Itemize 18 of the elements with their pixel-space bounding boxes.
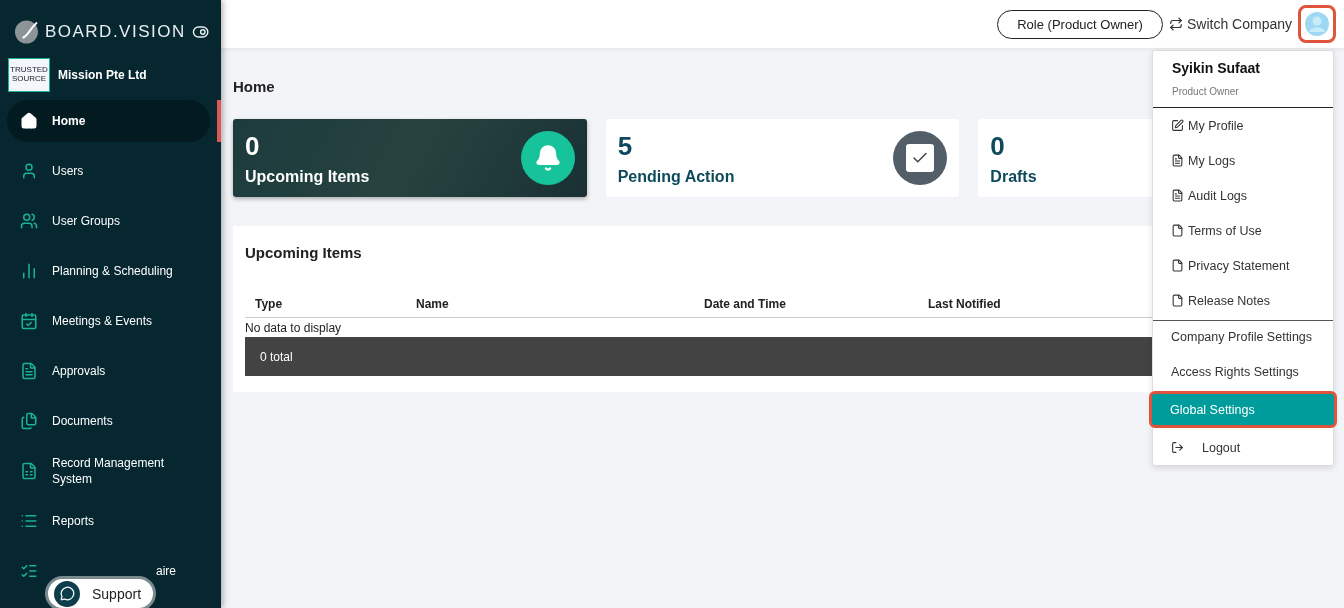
column-header: Type — [255, 297, 283, 313]
stat-value: 0 — [245, 130, 261, 162]
stat-label: Pending Action — [617, 167, 735, 186]
stat-value: 0 — [990, 130, 1006, 162]
stat-label: Upcoming Items — [245, 167, 370, 186]
column-header: Date and Time — [704, 297, 786, 313]
column-header: Last Notified — [928, 297, 1001, 313]
stat-label: Drafts — [990, 167, 1037, 186]
stat-value: 5 — [617, 130, 634, 162]
user-role: Product Owner — [1172, 86, 1240, 97]
page-title: Home — [233, 78, 275, 95]
company-logo: TRUSTED SOURCE — [8, 58, 50, 92]
panel-title: Upcoming Items — [245, 244, 362, 261]
empty-message: No data to display — [245, 320, 342, 337]
brand-name: BOARD.VISION — [44, 22, 186, 42]
company-name: Mission Pte Ltd — [58, 68, 147, 82]
user-name: Syikin Sufaat — [1172, 60, 1261, 76]
column-header: Name — [416, 297, 449, 313]
